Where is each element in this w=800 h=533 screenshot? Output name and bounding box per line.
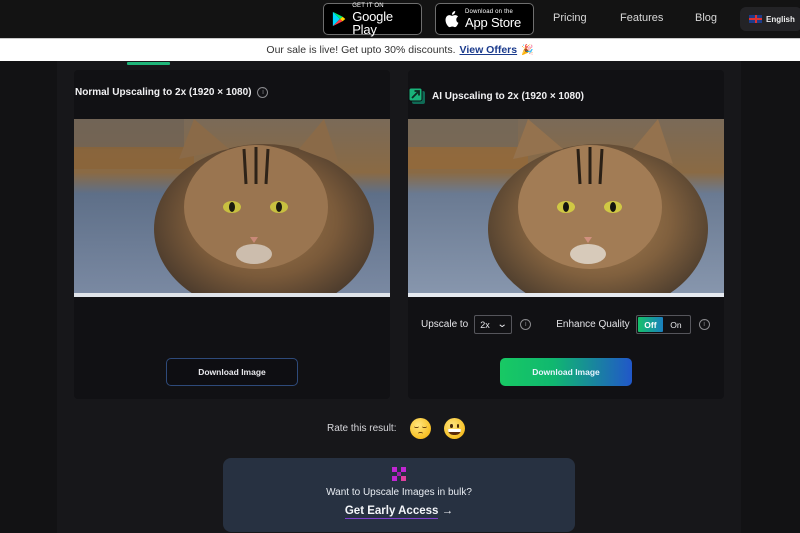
arrow-right-icon: → [441, 505, 454, 517]
upscale-to-label: Upscale to [421, 319, 469, 330]
party-popper-icon: 🎉 [521, 44, 534, 56]
download-ai-button[interactable]: Download Image [500, 358, 632, 386]
enhance-info-icon[interactable]: i [698, 319, 710, 330]
toggle-off-option[interactable]: Off [637, 317, 664, 332]
normal-upscaling-panel: Normal Upscaling to 2x (1920 × 1080) i D… [74, 70, 390, 399]
google-play-button[interactable]: GET IT ON Google Play [323, 2, 422, 37]
upscale-factor-select[interactable]: 2x ⌄ [474, 315, 513, 334]
ai-upscaled-image [408, 119, 724, 297]
nav-link-features[interactable]: Features [620, 12, 663, 24]
language-label: English [766, 14, 795, 24]
active-tab-indicator [127, 62, 170, 65]
info-icon[interactable]: i [257, 87, 269, 98]
google-play-label: Google Play [352, 8, 393, 37]
google-play-small-text: GET IT ON [352, 2, 384, 9]
get-early-access-link[interactable]: Get Early Access → [223, 505, 575, 519]
download-normal-button[interactable]: Download Image [166, 358, 298, 386]
bulk-upscale-card: Want to Upscale Images in bulk? Get Earl… [223, 458, 575, 532]
sale-banner: Our sale is live! Get upto 30% discounts… [0, 38, 800, 61]
rating-label: Rate this result: [327, 423, 397, 434]
language-selector[interactable]: English [740, 7, 800, 31]
sale-text: Our sale is live! Get upto 30% discounts… [266, 44, 456, 56]
enhance-quality-label: Enhance Quality [556, 319, 630, 330]
toggle-on-option[interactable]: On [663, 317, 689, 332]
apple-icon [445, 11, 459, 28]
normal-upscaled-image [74, 119, 390, 297]
cat-image [74, 119, 390, 297]
nav-link-pricing[interactable]: Pricing [553, 12, 587, 24]
rating-section: Rate this result: [327, 418, 466, 439]
grinning-face-icon[interactable] [444, 418, 466, 439]
ai-upscaling-panel: AI Upscaling to 2x (1920 × 1080) Upscale… [408, 70, 724, 399]
app-store-label: App Store [465, 15, 522, 30]
view-offers-link[interactable]: View Offers [460, 44, 518, 56]
cat-image [408, 119, 724, 297]
ai-controls: Upscale to 2x ⌄ i Enhance Quality Off On… [421, 315, 710, 334]
google-play-icon [332, 11, 346, 27]
ai-upscale-icon [408, 87, 425, 104]
chevron-down-icon: ⌄ [496, 319, 508, 330]
upscale-info-icon[interactable]: i [520, 319, 532, 330]
bulk-pixel-icon [392, 467, 406, 481]
bulk-upscale-text: Want to Upscale Images in bulk? [326, 487, 472, 498]
app-store-button[interactable]: Download on the App Store [435, 3, 534, 35]
get-early-access-label: Get Early Access [344, 505, 439, 519]
top-navbar: GET IT ON Google Play Download on the Ap… [0, 0, 800, 38]
pensive-face-icon[interactable] [410, 418, 432, 439]
uk-flag-icon [749, 15, 762, 23]
nav-link-blog[interactable]: Blog [695, 12, 717, 24]
ai-panel-title: AI Upscaling to 2x (1920 × 1080) [408, 87, 584, 105]
enhance-quality-toggle[interactable]: Off On [635, 315, 691, 334]
normal-panel-title-text: Normal Upscaling to 2x (1920 × 1080) [75, 87, 252, 98]
ai-panel-title-text: AI Upscaling to 2x (1920 × 1080) [432, 90, 585, 102]
upscale-factor-value: 2x [480, 319, 490, 330]
normal-panel-title: Normal Upscaling to 2x (1920 × 1080) i [75, 87, 269, 98]
